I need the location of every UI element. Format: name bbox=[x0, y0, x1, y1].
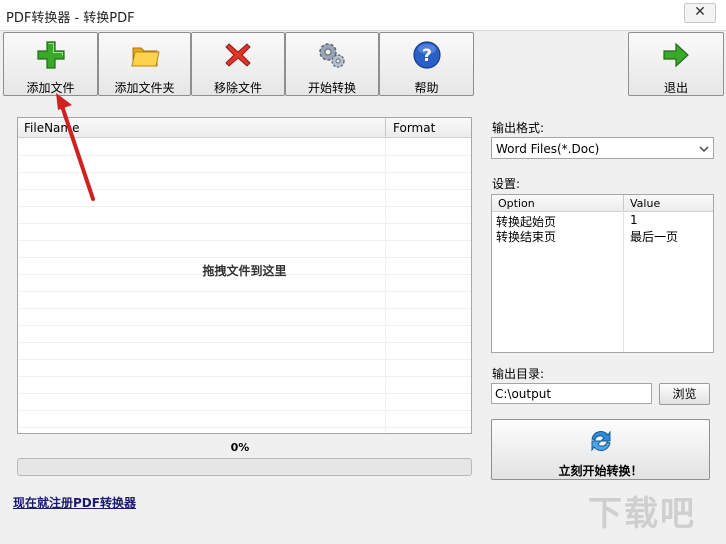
remove-file-label: 移除文件 bbox=[213, 81, 262, 95]
file-list-gridline bbox=[18, 359, 471, 360]
exit-label: 退出 bbox=[663, 81, 688, 95]
settings-row[interactable]: 转换结束页 最后一页 bbox=[492, 227, 713, 245]
delete-x-icon bbox=[225, 43, 251, 67]
file-list-gridline bbox=[18, 393, 471, 394]
output-dir-label: 输出目录: bbox=[492, 367, 545, 381]
convert-refresh-icon bbox=[591, 430, 611, 452]
column-divider bbox=[623, 195, 624, 211]
help-button[interactable]: ? 帮助 bbox=[379, 32, 474, 96]
convert-now-label: 立刻开始转换！ bbox=[558, 464, 643, 478]
output-dir-value: C:\output bbox=[495, 387, 552, 401]
settings-label: 设置: bbox=[492, 177, 521, 191]
settings-table[interactable]: Option Value 转换起始页 1 转换结束页 最后一页 bbox=[491, 194, 714, 353]
file-list-gridline bbox=[18, 376, 471, 377]
watermark: 下载吧 bbox=[588, 494, 696, 534]
option-value[interactable]: 最后一页 bbox=[630, 228, 678, 245]
drop-hint: 拖拽文件到这里 bbox=[202, 264, 287, 278]
close-button[interactable]: ✕ bbox=[684, 3, 716, 23]
output-format-value: Word Files(*.Doc) bbox=[496, 142, 600, 156]
browse-label: 浏览 bbox=[672, 387, 697, 401]
convert-now-button[interactable]: 立刻开始转换！ bbox=[491, 419, 710, 480]
file-list-gridline bbox=[18, 342, 471, 343]
column-value: Value bbox=[630, 197, 661, 210]
file-list-gridline bbox=[18, 223, 471, 224]
file-list-gridline bbox=[18, 325, 471, 326]
chevron-down-icon bbox=[699, 146, 709, 153]
title-bar: PDF转换器 - 转换PDF ✕ bbox=[0, 0, 726, 31]
gears-icon bbox=[319, 43, 345, 68]
help-label: 帮助 bbox=[414, 81, 439, 95]
settings-row[interactable]: 转换起始页 1 bbox=[492, 212, 713, 229]
option-name: 转换结束页 bbox=[496, 230, 557, 244]
column-format[interactable]: Format bbox=[393, 121, 435, 135]
browse-button[interactable]: 浏览 bbox=[659, 383, 710, 405]
annotation-arrow-icon bbox=[56, 93, 95, 201]
window-title: PDF转换器 - 转换PDF bbox=[6, 11, 135, 26]
settings-header: Option Value bbox=[492, 195, 713, 212]
close-icon: ✕ bbox=[694, 4, 706, 20]
remove-file-button[interactable]: 移除文件 bbox=[191, 32, 285, 96]
add-folder-button[interactable]: 添加文件夹 bbox=[98, 32, 191, 96]
add-folder-label: 添加文件夹 bbox=[114, 81, 175, 95]
file-list-gridline bbox=[18, 240, 471, 241]
file-list-column-line bbox=[385, 138, 386, 433]
help-icon: ? bbox=[412, 41, 441, 69]
file-list-gridline bbox=[18, 257, 471, 258]
svg-text:?: ? bbox=[422, 46, 432, 66]
column-divider bbox=[623, 211, 624, 352]
option-value[interactable]: 1 bbox=[630, 213, 638, 227]
file-list-gridline bbox=[18, 291, 471, 292]
arrow-right-icon bbox=[663, 42, 689, 68]
exit-button[interactable]: 退出 bbox=[628, 32, 724, 96]
output-format-label: 输出格式: bbox=[492, 121, 545, 135]
progress-percent: 0% bbox=[230, 441, 250, 454]
file-list-gridline bbox=[18, 410, 471, 411]
start-convert-label: 开始转换 bbox=[307, 81, 356, 95]
add-file-button[interactable]: 添加文件 bbox=[3, 32, 98, 96]
output-dir-input[interactable]: C:\output bbox=[491, 383, 652, 404]
start-convert-button[interactable]: 开始转换 bbox=[285, 32, 379, 96]
file-list-gridline bbox=[18, 308, 471, 309]
file-list-gridline bbox=[18, 206, 471, 207]
file-list-gridline bbox=[18, 427, 471, 428]
progress-bar bbox=[17, 458, 472, 476]
register-link[interactable]: 现在就注册PDF转换器 bbox=[13, 494, 136, 511]
column-divider bbox=[385, 118, 386, 137]
column-option: Option bbox=[498, 197, 535, 210]
plus-icon bbox=[36, 41, 65, 69]
output-format-select[interactable]: Word Files(*.Doc) bbox=[491, 137, 714, 159]
folder-icon bbox=[130, 47, 160, 67]
